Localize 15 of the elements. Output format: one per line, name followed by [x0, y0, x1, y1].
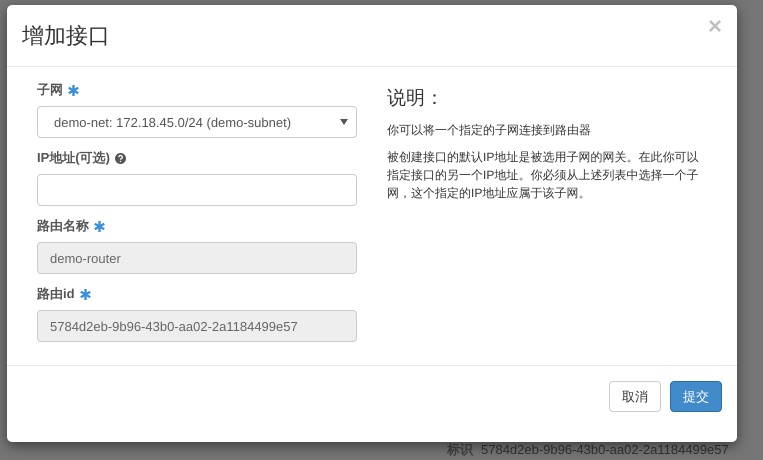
description-text: 被创建接口的默认IP地址是被选用子网的网关。在此你可以指定接口的另一个IP地址。你必须从上述列表中选择一个子网，这个指定的IP地址应属于该子网。 [387, 149, 700, 202]
submit-button[interactable]: 提交 [670, 381, 722, 412]
description-text: 你可以将一个指定的子网连接到路由器 [387, 122, 592, 139]
dialog-title: 增加接口 [22, 22, 110, 50]
field-label: 子网 [37, 81, 63, 99]
input-field[interactable] [37, 174, 357, 206]
cancel-button[interactable]: 取消 [609, 381, 661, 412]
subnet-select[interactable]: demo-net: 172.18.45.0/24 (demo-subnet) [37, 106, 357, 138]
caret-icon [340, 119, 348, 125]
field-label: 路由id [37, 285, 75, 303]
field-label: IP地址(可选) [37, 149, 110, 167]
detail-value: 5784d2eb-9b96-43b0-aa02-2a1184499e57 [481, 442, 729, 457]
field-label: 路由名称 [37, 217, 89, 235]
description-heading: 说明： [387, 87, 445, 111]
help-icon[interactable] [114, 152, 126, 164]
